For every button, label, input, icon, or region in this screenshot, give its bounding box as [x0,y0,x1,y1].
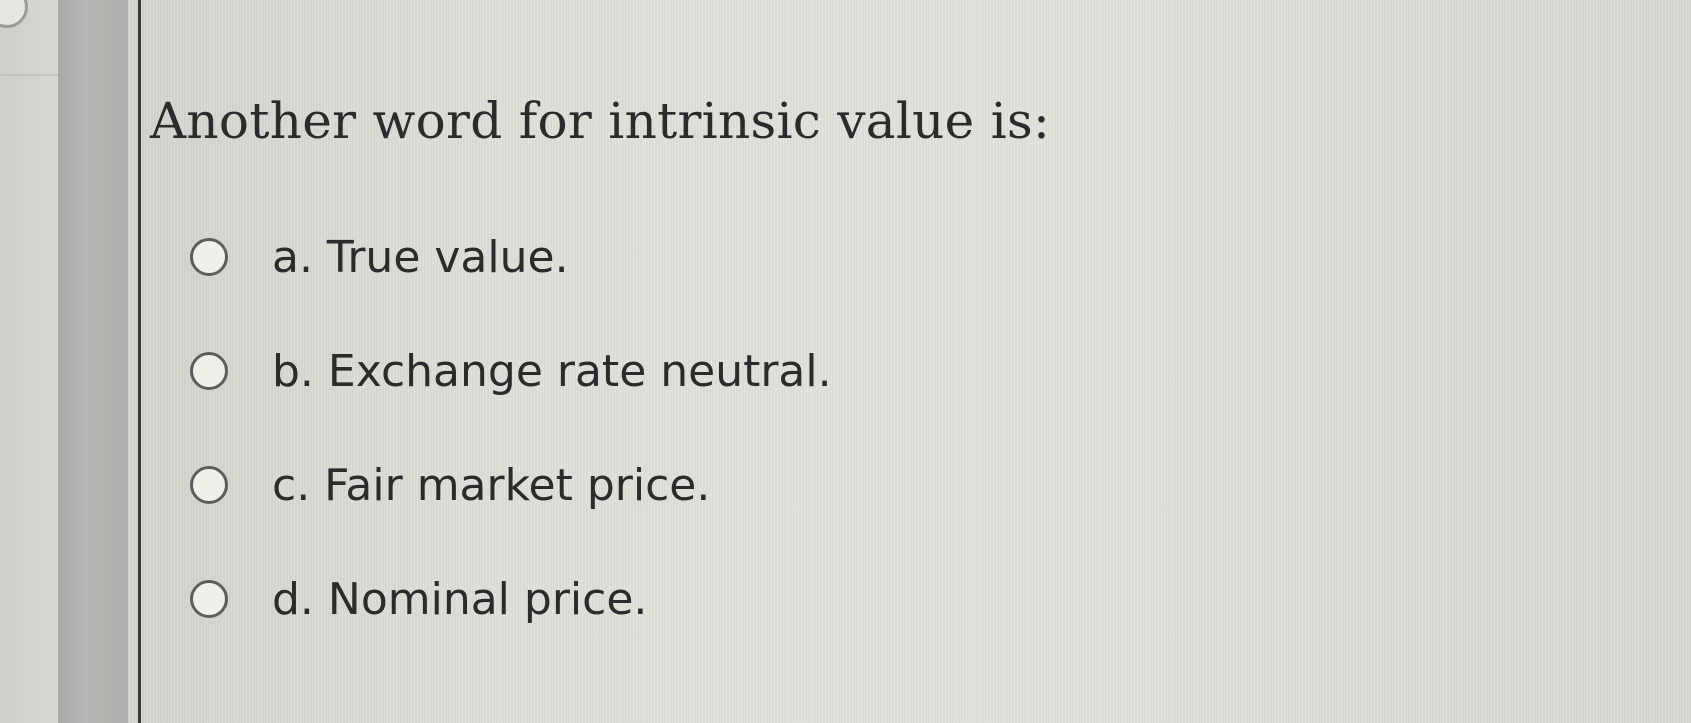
left-margin [0,0,58,723]
option-label: b. Exchange rate neutral. [272,345,832,397]
quiz-screen: Another word for intrinsic value is: a. … [0,0,1691,723]
option-c[interactable]: c. Fair market price. [190,428,832,542]
option-b[interactable]: b. Exchange rate neutral. [190,314,832,428]
question-text: Another word for intrinsic value is: [150,92,1051,150]
option-label: a. True value. [272,231,569,283]
radio-button-icon[interactable] [190,580,228,618]
option-d[interactable]: d. Nominal price. [190,542,832,656]
option-label: d. Nominal price. [272,573,648,625]
option-label: c. Fair market price. [272,459,711,511]
left-sidebar-bar [58,0,128,723]
content-left-border [138,0,141,723]
answer-options: a. True value. b. Exchange rate neutral.… [190,200,832,656]
radio-button-icon[interactable] [190,466,228,504]
radio-button-icon[interactable] [190,238,228,276]
option-a[interactable]: a. True value. [190,200,832,314]
radio-button-icon[interactable] [190,352,228,390]
top-divider [0,74,58,76]
